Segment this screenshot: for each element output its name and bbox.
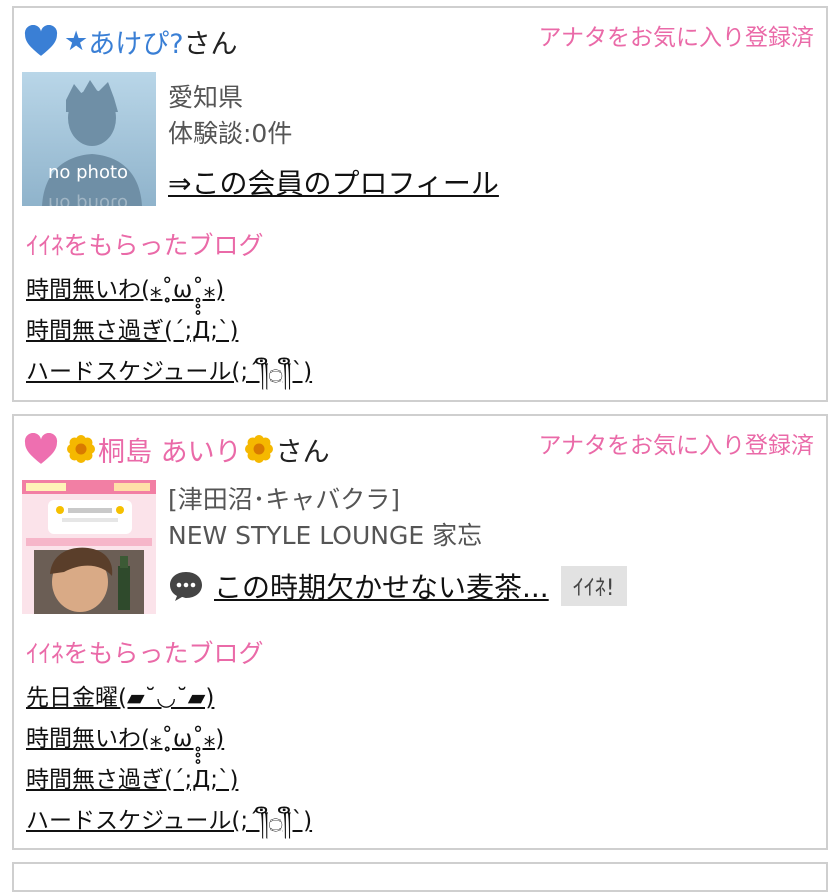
favorite-status: アナタをお気に入り登録済 <box>538 25 814 51</box>
avatar[interactable]: no photo no photo <box>22 72 156 206</box>
section-title: ｲｲﾈをもらったブログ <box>26 639 264 668</box>
member-card: ★ あけぴ? さん アナタをお気に入り登録済 no photo no photo… <box>12 6 828 402</box>
member-name[interactable]: 桐島 あいり <box>98 430 242 469</box>
flower-icon <box>67 435 95 463</box>
member-name[interactable]: あけぴ? <box>88 22 183 61</box>
iine-button[interactable]: ｲｲﾈ! <box>560 566 627 606</box>
member-card: 桐島 あいり さん アナタをお気に入り登録済 [津田沼･キャバクラ] NEW S… <box>12 414 828 850</box>
latest-blog-link[interactable]: この時期欠かせない麦茶... <box>214 566 549 606</box>
profile-link[interactable]: ⇒この会員のプロフィール <box>168 167 499 200</box>
blog-list: 先日金曜(▰˘◡˘▰) 時間無いわ(⁎˚̥̥̥ω˚̥̥̥⁎) 時間無さ過ぎ(´;… <box>26 678 312 842</box>
star-icon: ★ <box>64 25 89 57</box>
member-header: 桐島 あいり さん <box>24 426 330 472</box>
section-title: ｲｲﾈをもらったブログ <box>26 231 264 260</box>
name-suffix: さん <box>183 28 238 60</box>
member-info: 愛知県 体験談:0件 ⇒この会員のプロフィール <box>168 80 499 203</box>
shop-name[interactable]: NEW STYLE LOUNGE 家忘 <box>168 518 482 554</box>
blog-link[interactable]: ハードスケジュール(;´༎ຶ۝༎ຶ`) <box>26 801 312 842</box>
blog-link[interactable]: 時間無さ過ぎ(´;Д;`) <box>26 760 312 801</box>
chat-bubble-icon <box>170 572 202 601</box>
shop-info: [津田沼･キャバクラ] NEW STYLE LOUNGE 家忘 <box>168 482 482 554</box>
name-suffix: さん <box>275 436 330 468</box>
blog-link[interactable]: 時間無さ過ぎ(´;Д;`) <box>26 311 312 352</box>
heart-icon <box>24 433 58 464</box>
no-photo-label: no photo <box>48 162 128 183</box>
favorite-status: アナタをお気に入り登録済 <box>538 433 814 459</box>
no-photo-reflection: no photo <box>48 193 128 206</box>
prefecture: 愛知県 <box>168 83 244 112</box>
blog-list: 時間無いわ(⁎˚̥̥̥ω˚̥̥̥⁎) 時間無さ過ぎ(´;Д;`) ハードスケジュ… <box>26 270 312 393</box>
avatar[interactable] <box>22 480 156 614</box>
flower-icon <box>244 435 273 463</box>
heart-icon <box>24 25 58 56</box>
latest-blog-row: この時期欠かせない麦茶... ｲｲﾈ! <box>168 566 627 606</box>
blog-link[interactable]: 先日金曜(▰˘◡˘▰) <box>26 678 312 719</box>
shop-area: [津田沼･キャバクラ] <box>168 485 401 514</box>
member-header: ★ あけぴ? さん <box>24 18 238 64</box>
blog-link[interactable]: ハードスケジュール(;´༎ຶ۝༎ຶ`) <box>26 352 312 393</box>
blog-link[interactable]: 時間無いわ(⁎˚̥̥̥ω˚̥̥̥⁎) <box>26 270 312 311</box>
blog-link[interactable]: 時間無いわ(⁎˚̥̥̥ω˚̥̥̥⁎) <box>26 719 312 760</box>
review-count: 体験談:0件 <box>168 119 293 148</box>
member-card <box>12 862 828 892</box>
